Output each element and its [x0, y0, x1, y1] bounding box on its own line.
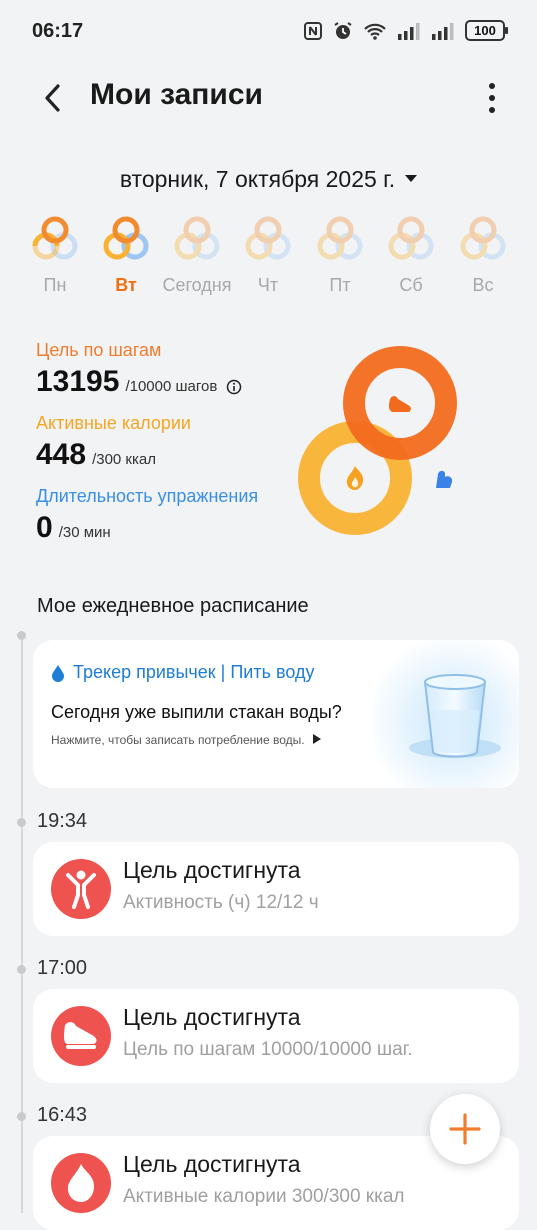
day-label: Вт	[115, 275, 137, 295]
habit-hint-text: Нажмите, чтобы записать потребление воды…	[51, 733, 305, 747]
exercise-goal: /30 мин	[58, 524, 111, 541]
ring-shoe-icon	[388, 396, 411, 412]
habit-tag-label: Трекер привычек | Пить воду	[73, 662, 315, 682]
alarm-icon	[334, 21, 352, 39]
activity-rings[interactable]	[290, 338, 510, 548]
habit-question: Сегодня уже выпили стакан воды?	[51, 702, 342, 722]
day-rings-icon	[245, 216, 291, 260]
day-label: Пт	[329, 275, 351, 295]
habit-hint: Нажмите, чтобы записать потребление воды…	[51, 733, 322, 747]
goal-title: Цель достигнута	[123, 857, 301, 883]
back-button[interactable]	[36, 80, 72, 116]
day-label: Сегодня	[162, 275, 232, 295]
water-glass-image	[373, 640, 519, 788]
steps-label: Цель по шагам	[36, 340, 162, 360]
habit-tag: Трекер привычек | Пить воду	[51, 662, 314, 683]
steps-value: 13195	[36, 365, 120, 398]
timeline-dot	[17, 631, 26, 640]
status-time: 06:17	[32, 20, 84, 42]
day-rings-icon	[103, 216, 149, 260]
timeline-dot	[17, 818, 26, 827]
water-drop-icon	[52, 664, 64, 682]
day-1[interactable]: Вт	[90, 215, 162, 296]
goal-card[interactable]: Цель достигнута Цель по шагам 10000/10000…	[33, 989, 519, 1083]
date-selector[interactable]: вторник, 7 октября 2025 г.	[0, 166, 537, 193]
entry-time: 19:34	[37, 810, 88, 832]
day-label: Чт	[257, 275, 279, 295]
more-menu-button[interactable]	[480, 80, 504, 116]
goal-title: Цель достигнута	[123, 1151, 301, 1177]
play-triangle-icon	[312, 734, 321, 744]
goal-title: Цель достигнута	[123, 1004, 301, 1030]
day-rings-icon	[317, 216, 363, 260]
day-label: Сб	[399, 275, 423, 295]
back-arrow-icon	[45, 84, 60, 112]
ring-flame-icon	[346, 466, 364, 490]
info-icon[interactable]	[226, 379, 242, 395]
status-icons: 100	[303, 20, 508, 41]
steps-value-row: 13195/10000 шагов	[36, 365, 242, 399]
day-rings-icon	[174, 216, 220, 260]
page-title: Мои записи	[90, 78, 263, 111]
day-5[interactable]: Сб	[375, 215, 447, 296]
steps-goal: /10000 шагов	[125, 378, 218, 395]
entry-time: 16:43	[37, 1104, 88, 1126]
timeline-dot	[17, 1112, 26, 1121]
nfc-icon	[304, 21, 322, 40]
ring-arm-icon	[436, 470, 453, 488]
shoe-icon	[64, 1022, 97, 1049]
more-vertical-icon	[489, 83, 495, 113]
timeline-line	[21, 633, 23, 1213]
day-label: Пн	[43, 275, 67, 295]
day-label: Вс	[472, 275, 494, 295]
schedule-title: Мое ежедневное расписание	[37, 595, 309, 617]
calories-label: Активные калории	[36, 413, 191, 433]
day-rings-icon	[32, 216, 78, 260]
signal-icon-2	[432, 22, 454, 40]
day-rings-icon	[460, 216, 506, 260]
add-record-button[interactable]	[430, 1094, 500, 1164]
goal-subtitle: Активность (ч) 12/12 ч	[123, 892, 319, 913]
goal-card[interactable]: Цель достигнута Активность (ч) 12/12 ч	[33, 842, 519, 936]
date-label: вторник, 7 октября 2025 г.	[119, 166, 396, 192]
goal-icon-badge	[51, 1153, 111, 1213]
plus-icon	[449, 1113, 481, 1145]
habit-card[interactable]: Трекер привычек | Пить воду Сегодня уже …	[33, 640, 519, 788]
day-2[interactable]: Сегодня	[161, 215, 233, 296]
day-3[interactable]: Чт	[232, 215, 304, 296]
calories-value: 448	[36, 438, 87, 471]
day-4[interactable]: Пт	[304, 215, 376, 296]
battery-indicator: 100	[465, 20, 508, 41]
goal-icon-badge	[51, 859, 111, 919]
wifi-icon	[364, 23, 386, 40]
exercise-label: Длительность упражнения	[36, 486, 259, 506]
goal-subtitle: Активные калории 300/300 ккал	[123, 1186, 405, 1207]
day-0[interactable]: Пн	[19, 215, 91, 296]
person-icon	[66, 870, 96, 909]
day-rings-icon	[388, 216, 434, 260]
calories-value-row: 448/300 ккал	[36, 438, 156, 472]
timeline-dot	[17, 965, 26, 974]
goal-subtitle: Цель по шагам 10000/10000 шаг.	[123, 1039, 413, 1060]
goal-icon-badge	[51, 1006, 111, 1066]
signal-icon	[398, 22, 420, 40]
caret-down-icon	[405, 175, 418, 183]
exercise-value: 0	[36, 511, 53, 544]
entry-time: 17:00	[37, 957, 88, 979]
flame-icon	[67, 1164, 95, 1202]
exercise-value-row: 0/30 мин	[36, 511, 111, 545]
calories-goal: /300 ккал	[92, 451, 156, 468]
day-6[interactable]: Вс	[447, 215, 519, 296]
